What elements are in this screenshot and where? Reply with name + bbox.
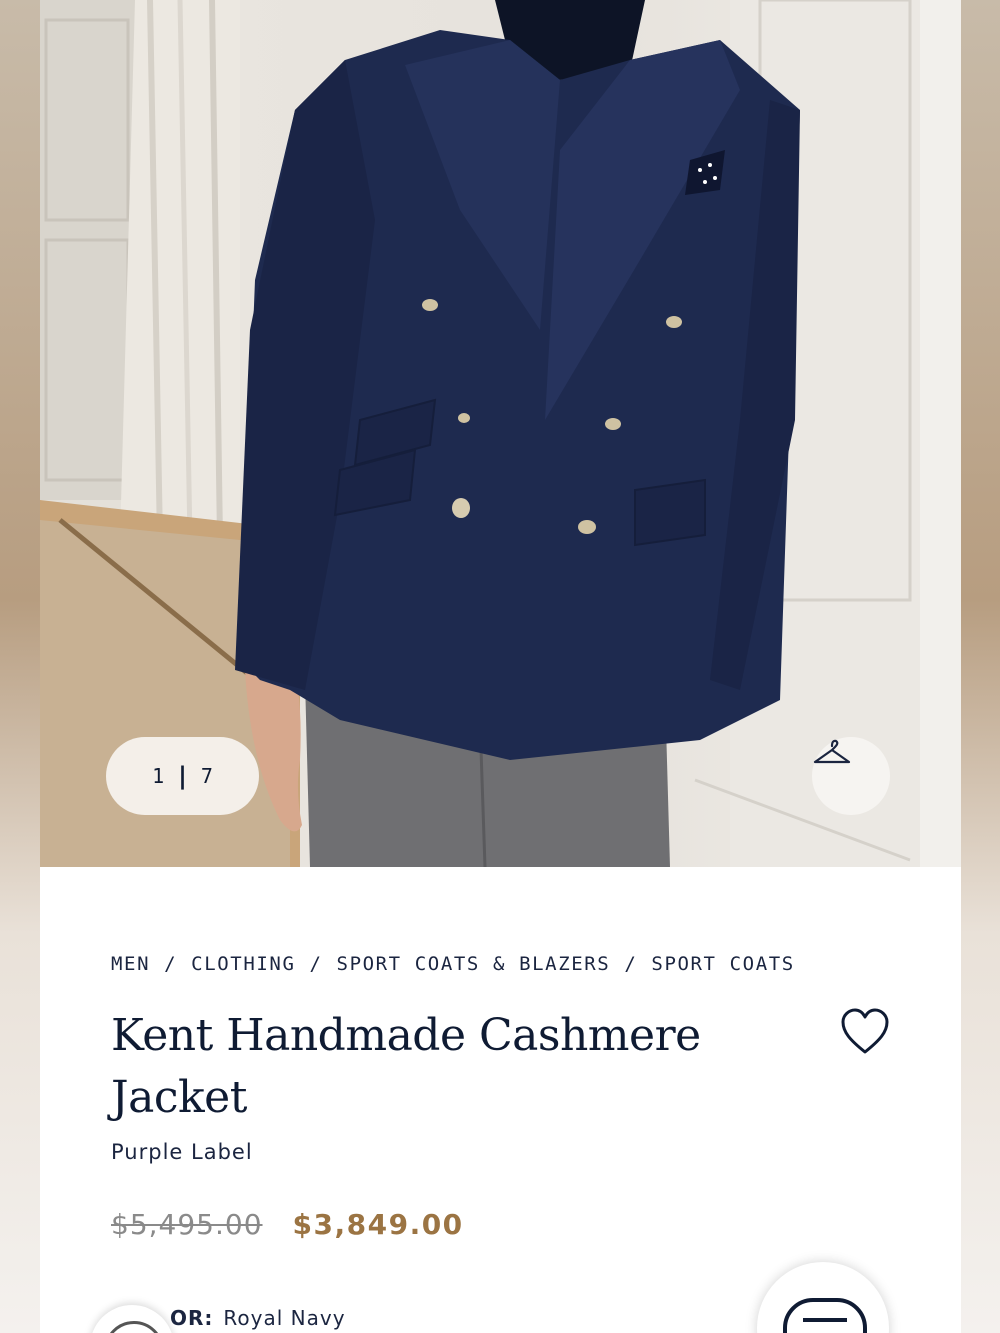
price-block: $5,495.00 $3,849.00 <box>111 1208 464 1241</box>
product-page: 1 | 7 MEN / CLOTHING / SPORT COATS & BLAZERS… <box>40 0 961 1333</box>
color-selection: OR: Royal Navy <box>170 1306 346 1330</box>
brand-name[interactable]: Purple Label <box>111 1140 253 1164</box>
color-swatch-ring <box>104 1321 164 1333</box>
pager-total: 7 <box>200 764 213 788</box>
color-swatch[interactable] <box>90 1305 174 1333</box>
favorite-button[interactable] <box>840 1008 890 1056</box>
chat-button[interactable] <box>757 1262 889 1333</box>
pager-separator: | <box>178 762 187 790</box>
image-pager[interactable]: 1 | 7 <box>106 737 259 815</box>
virtual-closet-button[interactable] <box>812 737 890 815</box>
breadcrumb-sport-coats[interactable]: SPORT COATS <box>651 953 794 975</box>
color-value: Royal Navy <box>223 1306 346 1330</box>
breadcrumb-sport-coats-blazers[interactable]: SPORT COATS & BLAZERS <box>337 953 611 975</box>
pager-current: 1 <box>152 764 165 788</box>
product-title-line-2: Jacket <box>111 1072 247 1123</box>
breadcrumb: MEN / CLOTHING / SPORT COATS & BLAZERS / SPORT… <box>111 953 795 975</box>
heart-icon <box>840 1008 890 1060</box>
breadcrumb-separator: / <box>624 953 638 975</box>
breadcrumb-separator: / <box>309 953 323 975</box>
breadcrumb-men[interactable]: MEN <box>111 953 150 975</box>
breadcrumb-clothing[interactable]: CLOTHING <box>191 953 295 975</box>
original-price: $5,495.00 <box>111 1208 263 1241</box>
breadcrumb-separator: / <box>164 953 178 975</box>
color-label: OR: <box>170 1306 214 1330</box>
product-title-line-1: Kent Handmade Cashmere <box>111 1010 701 1061</box>
product-image[interactable]: 1 | 7 <box>40 0 961 867</box>
product-title: Kent Handmade Cashmere Jacket <box>111 1005 751 1129</box>
sale-price: $3,849.00 <box>292 1208 464 1241</box>
